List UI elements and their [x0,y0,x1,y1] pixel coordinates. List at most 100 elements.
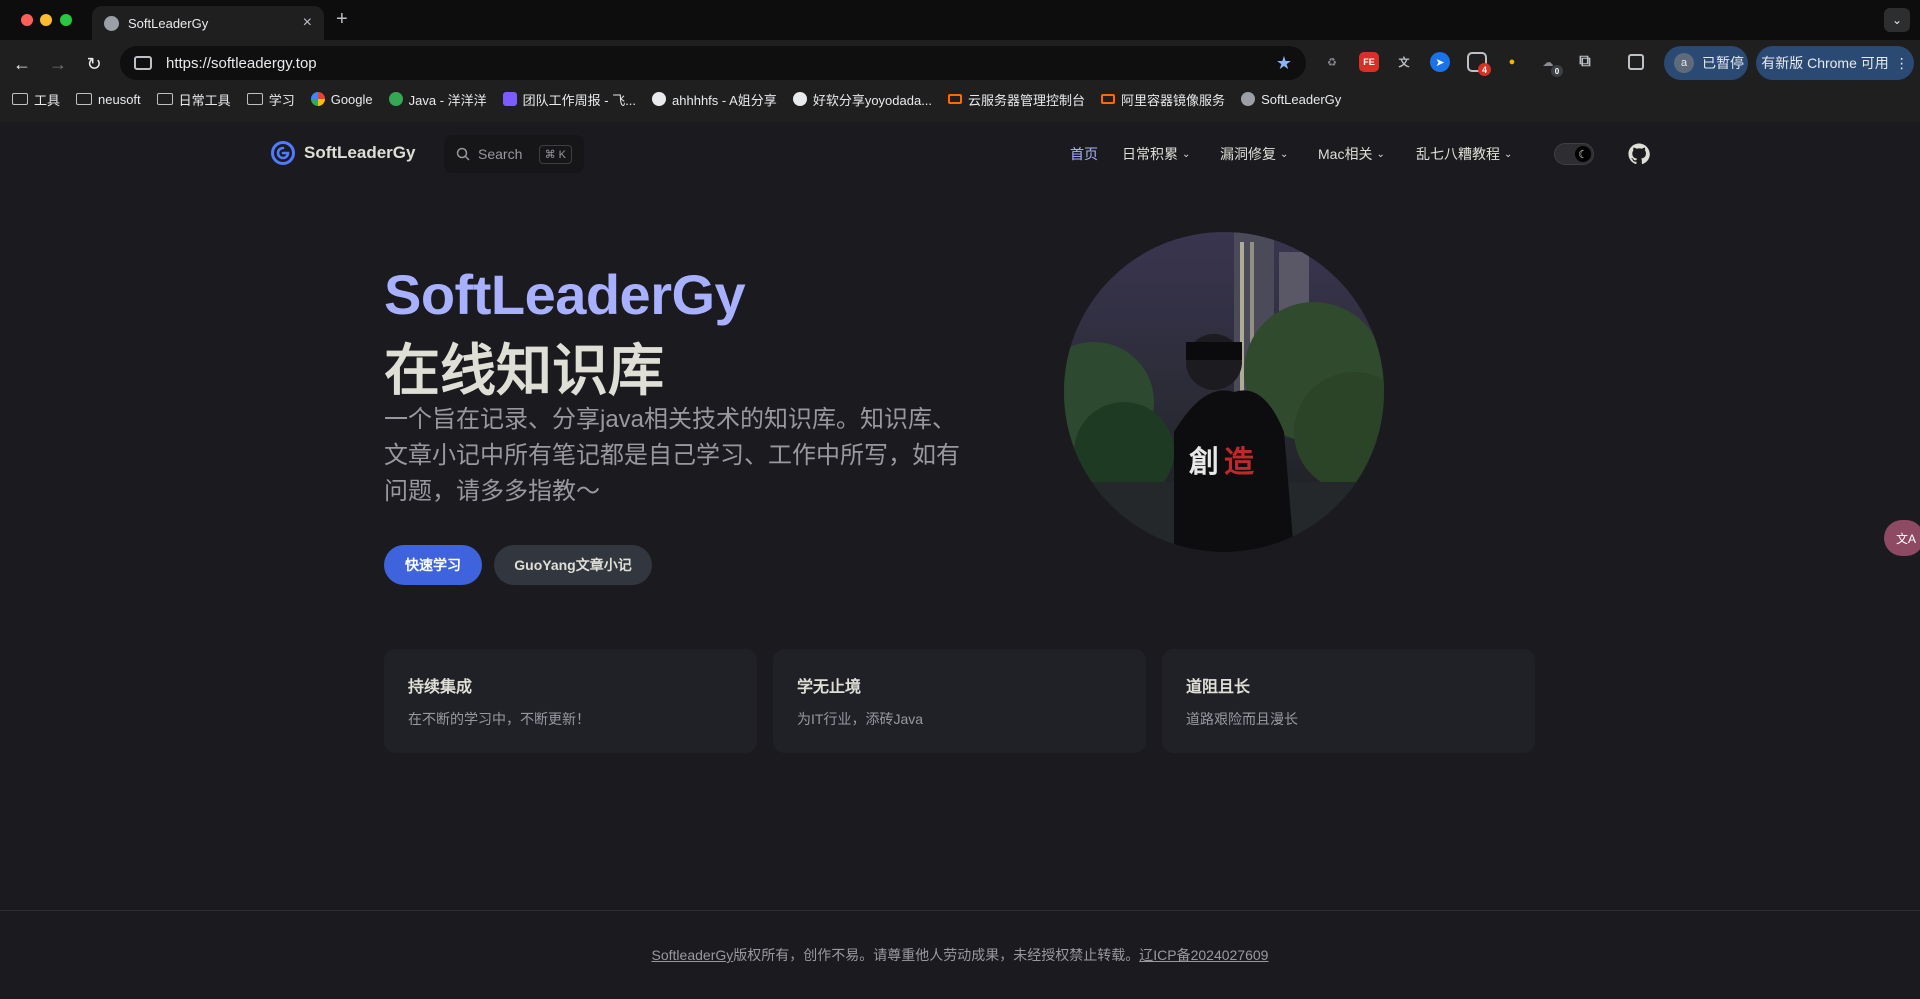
title-bar: SoftLeaderGy × + ⌄ [0,0,1920,40]
translate-float-button[interactable]: 文A [1884,520,1920,556]
bookmark-label: 云服务器管理控制台 [968,92,1086,108]
nav-item-tutorials[interactable]: 乱七八糟教程 ⌄ [1416,144,1512,164]
bookmark-item[interactable]: ahhhhfs - A姐分享 [652,90,777,109]
theme-toggle[interactable]: ☾ [1554,143,1594,165]
bookmark-label: 工具 [34,92,61,108]
feature-details: 道路艰险而且漫长 [1186,711,1298,727]
bookmark-item[interactable]: 学习 [246,90,295,109]
paused-label: 已暂停 [1702,55,1744,71]
feature-details: 在不断的学习中，不断更新！ [408,711,590,727]
bookmark-label: 日常工具 [178,92,231,108]
nav-item-label: Mac相关 [1318,146,1373,162]
footer-owner-link[interactable]: SoftleaderGy [652,947,734,963]
moon-icon: ☾ [1575,146,1591,162]
hero-name: SoftLeaderGy [384,263,746,326]
features-section: 持续集成 在不断的学习中，不断更新！ 学无止境 为IT行业，添砖Java 道阻且… [384,649,1535,753]
close-window-button[interactable] [21,14,33,26]
site-info-icon[interactable] [134,56,152,70]
bookmark-item[interactable]: SoftLeaderGy [1241,92,1341,107]
extension-monitor-icon[interactable]: 4 [1467,52,1491,76]
folder-icon [246,93,263,105]
profile-paused-button[interactable]: a 已暂停 [1664,46,1748,80]
nav-item-label: 乱七八糟教程 [1416,146,1500,162]
portrait-photo: 創 造 [1064,232,1384,552]
chevron-down-icon: ⌄ [1376,148,1385,160]
bookmark-label: neusoft [98,91,141,107]
articles-button[interactable]: GuoYang文章小记 [494,545,652,585]
avatar-icon [792,92,807,106]
folder-icon [156,93,173,105]
bookmark-item[interactable]: 团队工作周报 - 飞... [502,90,637,109]
bookmark-item[interactable]: 阿里容器镜像服务 [1101,90,1225,109]
extension-send-icon[interactable]: ➤ [1430,52,1450,72]
nav-item-home[interactable]: 首页 [1070,144,1098,164]
browser-tab[interactable]: SoftLeaderGy × [92,6,324,40]
nav-item-label: 漏洞修复 [1220,146,1276,162]
tab-search-button[interactable]: ⌄ [1884,8,1910,32]
nav-item-daily[interactable]: 日常积累 ⌄ [1122,144,1190,164]
site-footer: SoftleaderGy 版权所有，创作不易。请尊重他人劳动成果，未经授权禁止转… [0,910,1920,999]
logo-icon [271,141,295,165]
feature-title: 道阻且长 [1186,679,1251,696]
chrome-update-button[interactable]: 有新版 Chrome 可用 ⋮ [1756,46,1914,80]
folder-icon [12,93,28,105]
profile-avatar: a [1674,53,1694,73]
bookmark-item[interactable]: Java - 洋洋洋 [388,90,487,109]
forward-arrow-icon[interactable]: → [46,52,70,76]
chevron-down-icon: ⌄ [1280,148,1289,160]
more-menu-icon[interactable]: ⋮ [1895,55,1909,72]
avatar-icon [652,92,667,106]
reload-icon[interactable]: ↻ [82,52,106,76]
extension-fe-icon[interactable]: FE [1359,52,1379,72]
browser-chrome: SoftLeaderGy × + ⌄ ← → ↻ https://softlea… [0,0,1920,122]
back-arrow-icon[interactable]: ← [10,52,34,76]
bookmark-item[interactable]: 云服务器管理控制台 [948,90,1085,109]
feature-details: 为IT行业，添砖Java [797,711,924,727]
github-icon[interactable] [1628,143,1650,165]
search-button[interactable]: Search ⌘ K [444,135,584,173]
address-bar[interactable]: https://softleadergy.top ★ [120,46,1306,80]
aliyun-icon [1101,94,1116,104]
aliyun-icon [948,94,963,104]
bookmark-star-icon[interactable]: ★ [1276,53,1292,74]
bookmark-item[interactable]: Google [310,92,373,107]
nav-item-mac[interactable]: Mac相关 ⌄ [1318,144,1385,164]
extensions-puzzle-icon[interactable]: ⧉ [1575,52,1595,72]
bookmark-item[interactable]: 日常工具 [156,90,231,109]
google-icon [310,92,325,106]
bookmark-label: 团队工作周报 - 飞... [522,92,637,108]
footer-icp-link[interactable]: 辽ICP备2024027609 [1139,945,1268,965]
site-icon [388,92,403,106]
brand-link[interactable]: SoftLeaderGy [270,140,415,166]
tab-close-icon[interactable]: × [303,14,312,32]
bookmark-label: ahhhhfs - A姐分享 [672,92,777,108]
feature-title: 学无止境 [797,679,862,696]
extension-recycle-icon[interactable]: ♻ [1322,52,1342,72]
url-text[interactable]: https://softleadergy.top [166,55,1276,72]
nav-item-vulnerability[interactable]: 漏洞修复 ⌄ [1220,144,1288,164]
bookmark-item[interactable]: 好软分享yoyodada... [792,90,932,109]
svg-text:創: 創 [1189,445,1219,480]
bookmark-item[interactable]: 工具 [12,90,60,109]
side-panel-icon[interactable] [1628,54,1644,70]
extension-badge: 4 [1478,63,1491,76]
fullscreen-window-button[interactable] [60,14,72,26]
footer-copyright: 版权所有，创作不易。请尊重他人劳动成果，未经授权禁止转载。 [733,947,1140,963]
quick-start-button[interactable]: 快速学习 [384,545,482,585]
tab-title: SoftLeaderGy [128,15,209,31]
bookmark-label: 阿里容器镜像服务 [1121,92,1226,108]
bookmark-item[interactable]: neusoft [76,92,141,107]
new-tab-button[interactable]: + [336,8,348,31]
page-content: SoftLeaderGy Search ⌘ K 首页 日常积累 ⌄ 漏洞修复 ⌄… [0,122,1920,999]
minimize-window-button[interactable] [40,14,52,26]
bookmark-label: Java - 洋洋洋 [408,92,487,108]
extension-user-icon[interactable]: ● [1502,52,1522,72]
feature-card: 持续集成 在不断的学习中，不断更新！ [384,649,757,753]
brand-name: SoftLeaderGy [304,143,416,162]
svg-text:造: 造 [1224,445,1254,480]
bookmark-label: SoftLeaderGy [1261,91,1342,107]
extension-translate-icon[interactable]: 文 [1394,52,1414,72]
feature-card: 道阻且长 道路艰险而且漫长 [1162,649,1535,753]
extension-cloud-icon[interactable]: ☁ 0 [1538,52,1563,77]
chevron-down-icon: ⌄ [1504,148,1513,160]
